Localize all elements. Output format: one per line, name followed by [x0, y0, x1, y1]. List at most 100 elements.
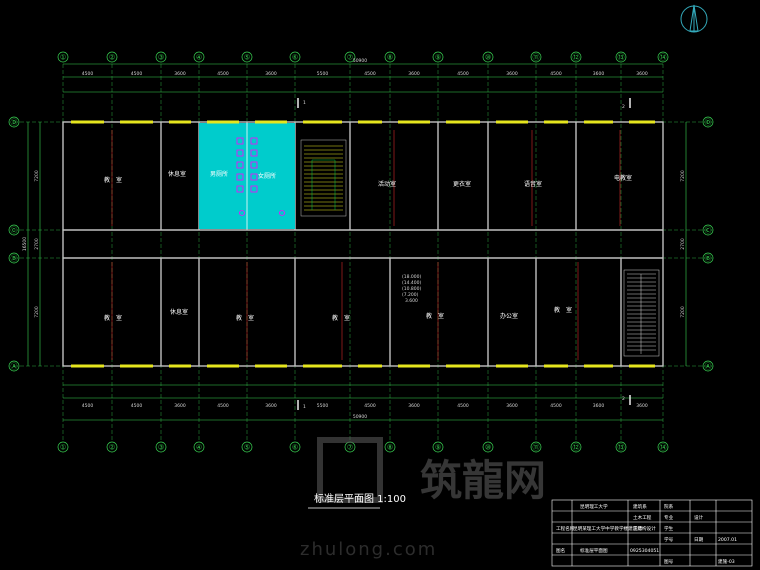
- elev-1: (18.000): [402, 274, 422, 280]
- tb-label-sheet: 图号: [664, 559, 674, 565]
- window-pane: [169, 120, 191, 124]
- side-dimension: 2700: [34, 238, 40, 250]
- window-pane: [71, 364, 104, 368]
- window-pane: [303, 364, 342, 368]
- watermark-text: 筑龍网: [420, 456, 546, 505]
- window-pane: [207, 364, 239, 368]
- window-pane: [446, 364, 480, 368]
- row-grid-label: Ⓒ: [705, 227, 712, 235]
- window-pane: [584, 120, 613, 124]
- window-pane: [303, 120, 342, 124]
- tb-label-name: 图名: [556, 547, 565, 554]
- window-pane: [71, 120, 104, 124]
- window-pane: [255, 120, 287, 124]
- col-grid-label: ⑭: [660, 444, 667, 452]
- total-dimension: 50900: [353, 58, 367, 64]
- tb-drawing-name: 标准层平面图: [580, 547, 608, 554]
- room-south-6: 办公室: [500, 312, 518, 320]
- side-dimension: 7200: [34, 170, 40, 182]
- window-pane: [496, 120, 528, 124]
- bay-dimension: 4500: [550, 403, 562, 409]
- tb-label-project: 工程名称: [556, 525, 575, 532]
- bay-dimension: 3600: [506, 71, 518, 77]
- tb-date: 2007.01: [718, 537, 737, 543]
- bay-dimension: 3600: [506, 403, 518, 409]
- bay-dimension: 3600: [265, 71, 277, 77]
- section-mark-4: 2: [622, 396, 625, 402]
- window-pane: [358, 120, 382, 124]
- row-grid-label: Ⓑ: [11, 255, 18, 263]
- section-mark-1: 1: [303, 100, 306, 106]
- window-pane: [584, 364, 613, 368]
- side-dimension: 7200: [680, 306, 686, 318]
- col-grid-label: ⑧: [387, 54, 393, 62]
- bay-dimension: 4500: [217, 71, 229, 77]
- room-south-4: 教 室: [332, 314, 350, 322]
- bay-dimension: 4500: [131, 403, 143, 409]
- row-grid-label: Ⓑ: [705, 255, 712, 263]
- bay-dimension: 4500: [364, 71, 376, 77]
- room-north-7: 语音室: [524, 180, 542, 188]
- bay-dimension: 3600: [636, 403, 648, 409]
- window-pane: [398, 120, 430, 124]
- col-grid-label: ⑩: [485, 54, 491, 62]
- col-grid-label: ②: [109, 54, 115, 62]
- row-grid-label: Ⓒ: [11, 227, 18, 235]
- tb-label-major: 专业: [664, 514, 674, 521]
- room-north-4: 女厕所: [258, 172, 276, 180]
- col-grid-label: ⑪: [533, 54, 540, 62]
- col-grid-label: ①: [60, 444, 66, 452]
- bay-dimension: 4500: [82, 71, 94, 77]
- col-grid-label: ⑬: [618, 444, 625, 452]
- stair-east: [623, 269, 660, 357]
- bay-dimension: 4500: [457, 71, 469, 77]
- watermark-en: zhulong.com: [300, 539, 437, 560]
- col-grid-label: ④: [196, 444, 202, 452]
- bay-dimension: 4500: [131, 71, 143, 77]
- room-south-1: 教 室: [104, 314, 122, 322]
- col-grid-label: ④: [196, 54, 202, 62]
- window-pane: [544, 120, 568, 124]
- row-grid-label: Ⓓ: [705, 119, 712, 127]
- section-mark-2: 2: [622, 104, 625, 110]
- window-pane: [120, 120, 153, 124]
- bay-dimension: 3600: [174, 71, 186, 77]
- window-pane: [169, 364, 191, 368]
- bay-dimension: 4500: [82, 403, 94, 409]
- title-block-text: 昆明理工大学 工程名称 图名 昆明某理工大学中学教学楼建筑结构设计 标准层平面图…: [556, 503, 737, 565]
- bay-dimension: 3600: [174, 403, 186, 409]
- tb-label-design: 设计: [694, 514, 704, 521]
- bay-dimension: 3600: [408, 71, 420, 77]
- floor-plan-canvas: ①①②②③③④④⑤⑤⑥⑥⑦⑦⑧⑧⑨⑨⑩⑩⑪⑪⑫⑫⑬⑬⑭⑭ Ⓓ ⒹⒸ ⒸⒷ ⒷⒶ Ⓐ 45…: [8, 4, 753, 567]
- window-pane: [398, 364, 430, 368]
- room-south-7: 教 室: [554, 306, 572, 314]
- section-mark-3: 1: [303, 404, 306, 410]
- col-grid-label: ⑬: [618, 54, 625, 62]
- room-north-6: 更衣室: [453, 180, 471, 188]
- north-arrow-icon: [680, 4, 708, 33]
- elevation-notes: (18.000) (14.400) (10.800) (7.200) 3.600: [402, 274, 422, 304]
- side-dimension: 7200: [680, 170, 686, 182]
- tb-topic: 昆明某理工大学中学教学楼建筑结构设计: [573, 525, 656, 532]
- tb-student-id: 0925304051: [630, 548, 659, 554]
- tb-major: 土木工程: [633, 514, 652, 521]
- window-pane: [544, 364, 568, 368]
- tb-school: 昆明理工大学: [580, 503, 608, 510]
- bay-dimension: 3600: [408, 403, 420, 409]
- col-grid-label: ⑥: [292, 444, 298, 452]
- elev-2: (14.400): [402, 280, 422, 286]
- window-pane: [496, 364, 528, 368]
- window-pane: [629, 364, 655, 368]
- col-grid-label: ⑩: [485, 444, 491, 452]
- side-total-dimension: 16500: [22, 237, 28, 251]
- col-grid-label: ②: [109, 444, 115, 452]
- window-pane: [629, 120, 655, 124]
- elev-4: (7.200): [402, 292, 419, 298]
- col-grid-label: ⑦: [347, 444, 353, 452]
- building-walls: [62, 121, 664, 367]
- tb-label-dept: 院系: [664, 503, 674, 510]
- bay-dimension: 3600: [265, 403, 277, 409]
- tb-sheet: 建施-03: [718, 558, 735, 565]
- bay-dimension: 5500: [317, 403, 329, 409]
- bay-dimension: 4500: [457, 403, 469, 409]
